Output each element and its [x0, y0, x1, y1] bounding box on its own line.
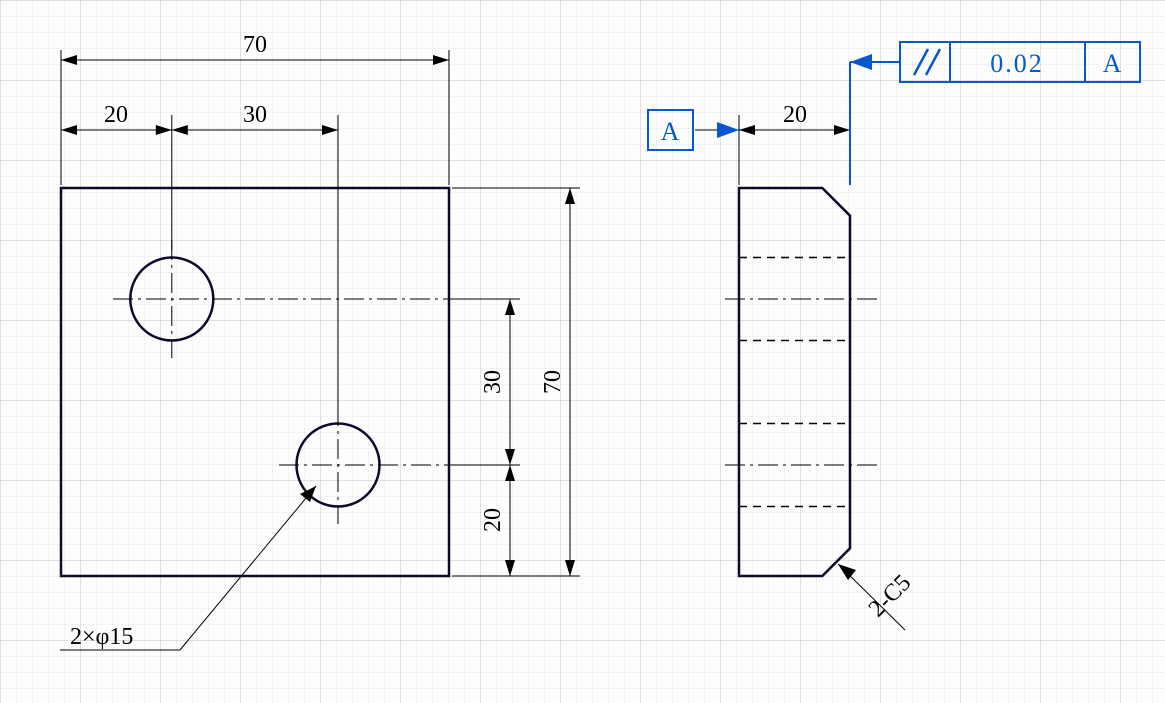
fcf-datum: A — [1103, 49, 1122, 78]
dim-20-bottom: 20 — [480, 508, 506, 532]
side-view-outline — [739, 188, 850, 576]
technical-drawing: 70 20 30 70 30 20 2×φ15 20 2-C5 A — [0, 0, 1165, 703]
front-view-outline — [61, 188, 449, 576]
chamfer-callout: 2-C5 — [864, 570, 916, 622]
dim-70-height: 70 — [540, 370, 566, 394]
parallelism-icon — [914, 49, 940, 75]
dim-20-thickness: 20 — [783, 102, 807, 128]
dim-30-vspacing: 30 — [480, 370, 506, 394]
datum-label: A — [661, 117, 680, 146]
dim-20-left: 20 — [104, 102, 128, 128]
hole-callout: 2×φ15 — [70, 624, 133, 650]
fcf-tolerance: 0.02 — [990, 49, 1044, 78]
dim-30-hspacing: 30 — [243, 102, 267, 128]
dim-70-width: 70 — [243, 32, 267, 58]
